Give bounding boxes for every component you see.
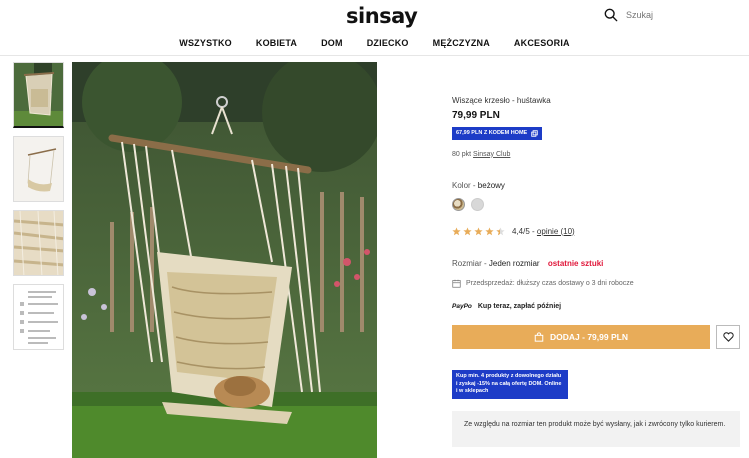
product-info: Wiszące krzesło - huśtawka 79,99 PLN 67,… — [452, 96, 742, 310]
search-icon[interactable] — [604, 8, 618, 22]
promo-code-text: 67,99 PLN Z KODEM HOME — [456, 130, 528, 136]
main-nav: WSZYSTKO KOBIETA DOM DZIECKO MĘŻCZYZNA A… — [0, 38, 749, 48]
nav-item-kobieta[interactable]: KOBIETA — [244, 38, 309, 48]
thumbnail-2[interactable] — [13, 136, 64, 202]
shipping-notice: Ze względu na rozmiar ten produkt może b… — [452, 411, 740, 447]
color-row: Kolor - beżowy — [452, 180, 505, 190]
rating-stars — [452, 226, 505, 236]
promo-code-badge[interactable]: 67,99 PLN Z KODEM HOME — [452, 126, 543, 140]
star-icon — [485, 226, 494, 235]
copy-icon[interactable] — [531, 129, 538, 137]
search-input[interactable] — [626, 10, 736, 20]
nav-item-mezczyzna[interactable]: MĘŻCZYZNA — [421, 38, 502, 48]
product-main-image[interactable] — [72, 62, 377, 458]
rating-row: 4,4/5 - opinie (10) — [452, 227, 742, 236]
color-swatch-grey[interactable] — [471, 197, 484, 211]
promo-banner[interactable]: Kup min. 4 produkty z dowolnego działu i… — [452, 370, 568, 399]
thumbnail-1[interactable] — [13, 62, 64, 128]
site-header: sinsay WSZYSTKO KOBIETA DOM DZIECKO MĘŻC… — [0, 0, 749, 56]
product-price: 79,99 PLN — [452, 110, 500, 121]
color-swatch-beige[interactable] — [452, 197, 465, 211]
heart-icon — [722, 332, 734, 342]
product-name: Wiszące krzesło - huśtawka — [452, 96, 551, 105]
star-icon — [463, 226, 472, 235]
nav-item-dom[interactable]: DOM — [309, 38, 355, 48]
wishlist-button[interactable] — [716, 325, 740, 349]
thumbnail-4[interactable] — [13, 284, 64, 350]
size-row: Rozmiar - Jeden rozmiar ostatnie sztuki — [452, 258, 604, 268]
star-half-icon — [496, 226, 505, 235]
sinsay-logo[interactable]: sinsay — [346, 4, 418, 28]
stock-status: ostatnie sztuki — [547, 258, 604, 268]
reviews-link[interactable]: opinie (10) — [537, 227, 575, 236]
thumbnail-3[interactable] — [13, 210, 64, 276]
add-to-cart-button[interactable]: DODAJ - 79,99 PLN — [452, 325, 710, 349]
paypo-info[interactable]: PayPo Kup teraz, zapłać później — [452, 303, 742, 310]
nav-item-wszystko[interactable]: WSZYSTKO — [167, 38, 244, 48]
color-value: beżowy — [477, 180, 505, 190]
sinsay-club-link[interactable]: Sinsay Club — [473, 151, 510, 158]
search-box[interactable] — [604, 6, 749, 24]
presale-info: Przedsprzedaż: dłuższy czas dostawy o 3 … — [452, 279, 742, 288]
paypo-logo: PayPo — [452, 302, 472, 310]
nav-item-dziecko[interactable]: DZIECKO — [355, 38, 421, 48]
star-icon — [452, 226, 461, 235]
calendar-icon — [452, 279, 461, 288]
nav-item-akcesoria[interactable]: AKCESORIA — [502, 38, 582, 48]
club-points: 80 pkt Sinsay Club — [452, 150, 511, 158]
bag-icon — [534, 332, 544, 342]
rating-value: 4,4/5 - — [512, 226, 535, 236]
star-icon — [474, 226, 483, 235]
color-swatches — [452, 197, 742, 211]
thumbnail-gallery — [13, 62, 65, 358]
size-value: Jeden rozmiar — [488, 258, 540, 268]
